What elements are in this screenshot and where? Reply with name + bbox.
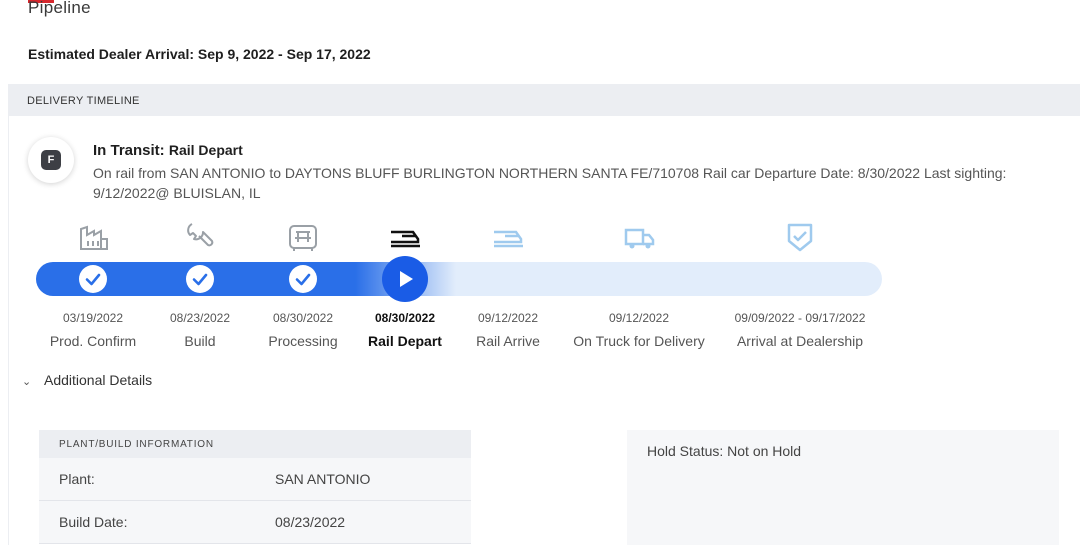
stage-current-marker	[382, 256, 428, 302]
status-subtitle: Rail Depart	[168, 142, 243, 158]
info-key: Plant:	[59, 471, 95, 487]
info-row: Plant: SAN ANTONIO	[39, 458, 471, 501]
hold-status-card: Hold Status: Not on Hold	[627, 430, 1059, 545]
additional-details-toggle[interactable]: ⌄ Additional Details	[22, 372, 152, 388]
info-key: Build Date:	[59, 514, 128, 530]
status-title: In Transit:	[93, 142, 165, 159]
delivery-timeline-header: DELIVERY TIMELINE	[8, 84, 1080, 116]
status-heading: In Transit: Rail Depart	[93, 142, 243, 159]
additional-details-label: Additional Details	[44, 372, 153, 388]
stage-complete-marker	[186, 265, 214, 293]
estimated-arrival: Estimated Dealer Arrival: Sep 9, 2022 - …	[28, 46, 371, 62]
page-title: Pipeline	[28, 0, 91, 17]
stage-complete-marker	[79, 265, 107, 293]
rail-car-icon	[391, 230, 420, 248]
checkmark-icon	[192, 273, 208, 286]
truck-icon	[624, 228, 655, 249]
vehicle-front-icon	[289, 225, 317, 251]
play-icon	[400, 271, 413, 287]
info-value: SAN ANTONIO	[275, 471, 371, 487]
factory-icon	[80, 225, 108, 250]
plant-build-header: PLANT/BUILD INFORMATION	[39, 430, 471, 458]
status-badge: F	[28, 137, 74, 183]
wrench-icon	[187, 223, 214, 247]
status-description: On rail from SAN ANTONIO to DAYTONS BLUF…	[93, 165, 1007, 201]
rail-car-icon	[494, 230, 523, 248]
plant-build-card: PLANT/BUILD INFORMATION Plant: SAN ANTON…	[39, 430, 471, 545]
panel-border	[8, 116, 9, 545]
stage-date: 09/12/2022	[608, 311, 670, 325]
stage-date: 09/09/2022 - 09/17/2022	[734, 311, 866, 325]
info-row: Build Date: 08/23/2022	[39, 501, 471, 544]
status-badge-letter: F	[41, 150, 61, 170]
shield-check-icon	[787, 223, 813, 252]
stage-label: Arrival at Dealership	[736, 333, 864, 349]
stage-label: On Truck for Delivery	[573, 333, 705, 349]
chevron-down-icon: ⌄	[22, 376, 32, 388]
hold-status-text: Hold Status: Not on Hold	[647, 443, 802, 459]
info-value: 08/23/2022	[275, 514, 346, 530]
stage-complete-marker	[289, 265, 317, 293]
checkmark-icon	[295, 273, 311, 286]
checkmark-icon	[85, 273, 101, 286]
